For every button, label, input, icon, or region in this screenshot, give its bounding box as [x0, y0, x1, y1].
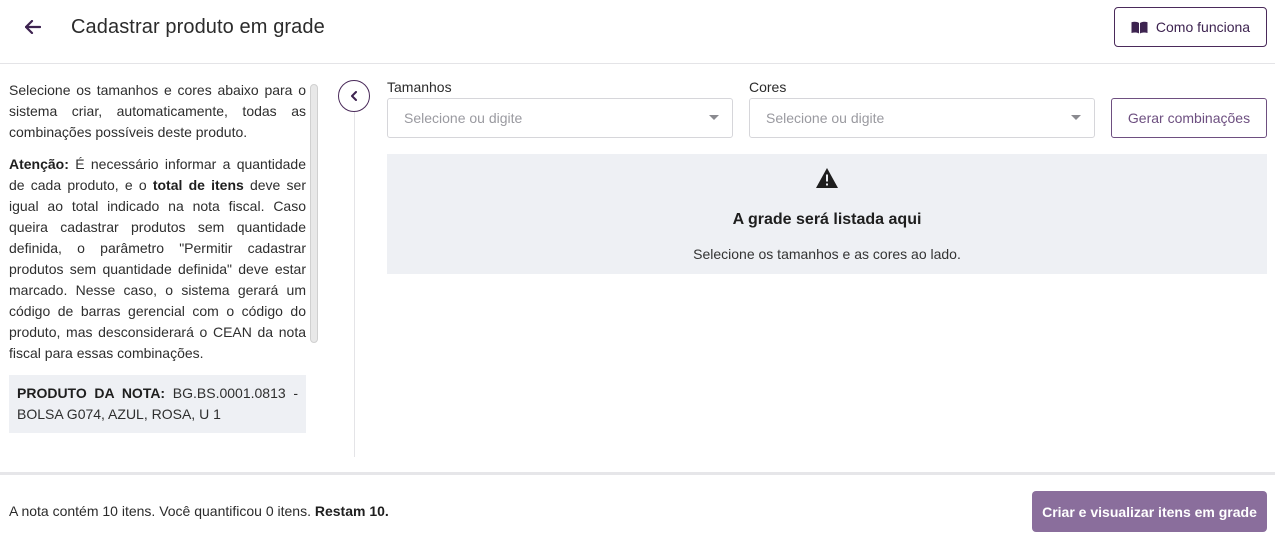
chevron-down-icon	[1071, 115, 1081, 120]
empty-state-subtitle: Selecione os tamanhos e as cores ao lado…	[693, 246, 961, 262]
grid-empty-state: A grade será listada aqui Selecione os t…	[387, 154, 1267, 274]
page-header: Cadastrar produto em grade Como funciona	[0, 0, 1275, 64]
arrow-left-icon	[25, 20, 41, 34]
footer-divider	[0, 472, 1275, 475]
how-it-works-label: Como funciona	[1155, 19, 1251, 35]
page-title: Cadastrar produto em grade	[71, 16, 325, 38]
instructions-scrollbar[interactable]	[310, 84, 318, 343]
attention-text-part2: deve ser igual ao total indicado na nota…	[9, 177, 306, 361]
invoice-product-box: PRODUTO DA NOTA: BG.BS.0001.0813 - BOLSA…	[9, 375, 306, 433]
how-it-works-button[interactable]: Como funciona	[1114, 7, 1267, 47]
warning-triangle-icon	[816, 168, 838, 188]
chevron-left-icon	[351, 91, 357, 101]
sizes-placeholder: Selecione ou digite	[404, 110, 523, 126]
back-button[interactable]	[20, 14, 46, 40]
items-status-text: A nota contém 10 itens. Você quantificou…	[9, 503, 315, 519]
items-status: A nota contém 10 itens. Você quantificou…	[9, 503, 389, 519]
instructions-panel: Selecione os tamanhos e cores abaixo par…	[9, 80, 306, 433]
sizes-select[interactable]: Selecione ou digite	[387, 98, 733, 138]
create-grid-items-button[interactable]: Criar e visualizar itens em grade	[1032, 491, 1267, 532]
attention-label: Atenção:	[9, 156, 69, 172]
sizes-label: Tamanhos	[387, 79, 452, 95]
attention-text: Atenção: É necessário informar a quantid…	[9, 154, 306, 364]
items-remaining: Restam 10.	[314, 503, 389, 519]
open-book-icon	[1131, 21, 1148, 33]
colors-select[interactable]: Selecione ou digite	[749, 98, 1095, 138]
colors-placeholder: Selecione ou digite	[766, 110, 885, 126]
empty-state-title: A grade será listada aqui	[732, 211, 922, 228]
chevron-down-icon	[709, 115, 719, 120]
collapse-panel-button[interactable]	[338, 80, 370, 112]
colors-label: Cores	[749, 79, 787, 95]
product-label: PRODUTO DA NOTA:	[17, 385, 166, 401]
generate-combinations-button[interactable]: Gerar combinações	[1111, 98, 1267, 138]
total-items-emphasis: total de itens	[152, 177, 244, 193]
panel-divider	[354, 80, 355, 457]
intro-text: Selecione os tamanhos e cores abaixo par…	[9, 82, 306, 140]
